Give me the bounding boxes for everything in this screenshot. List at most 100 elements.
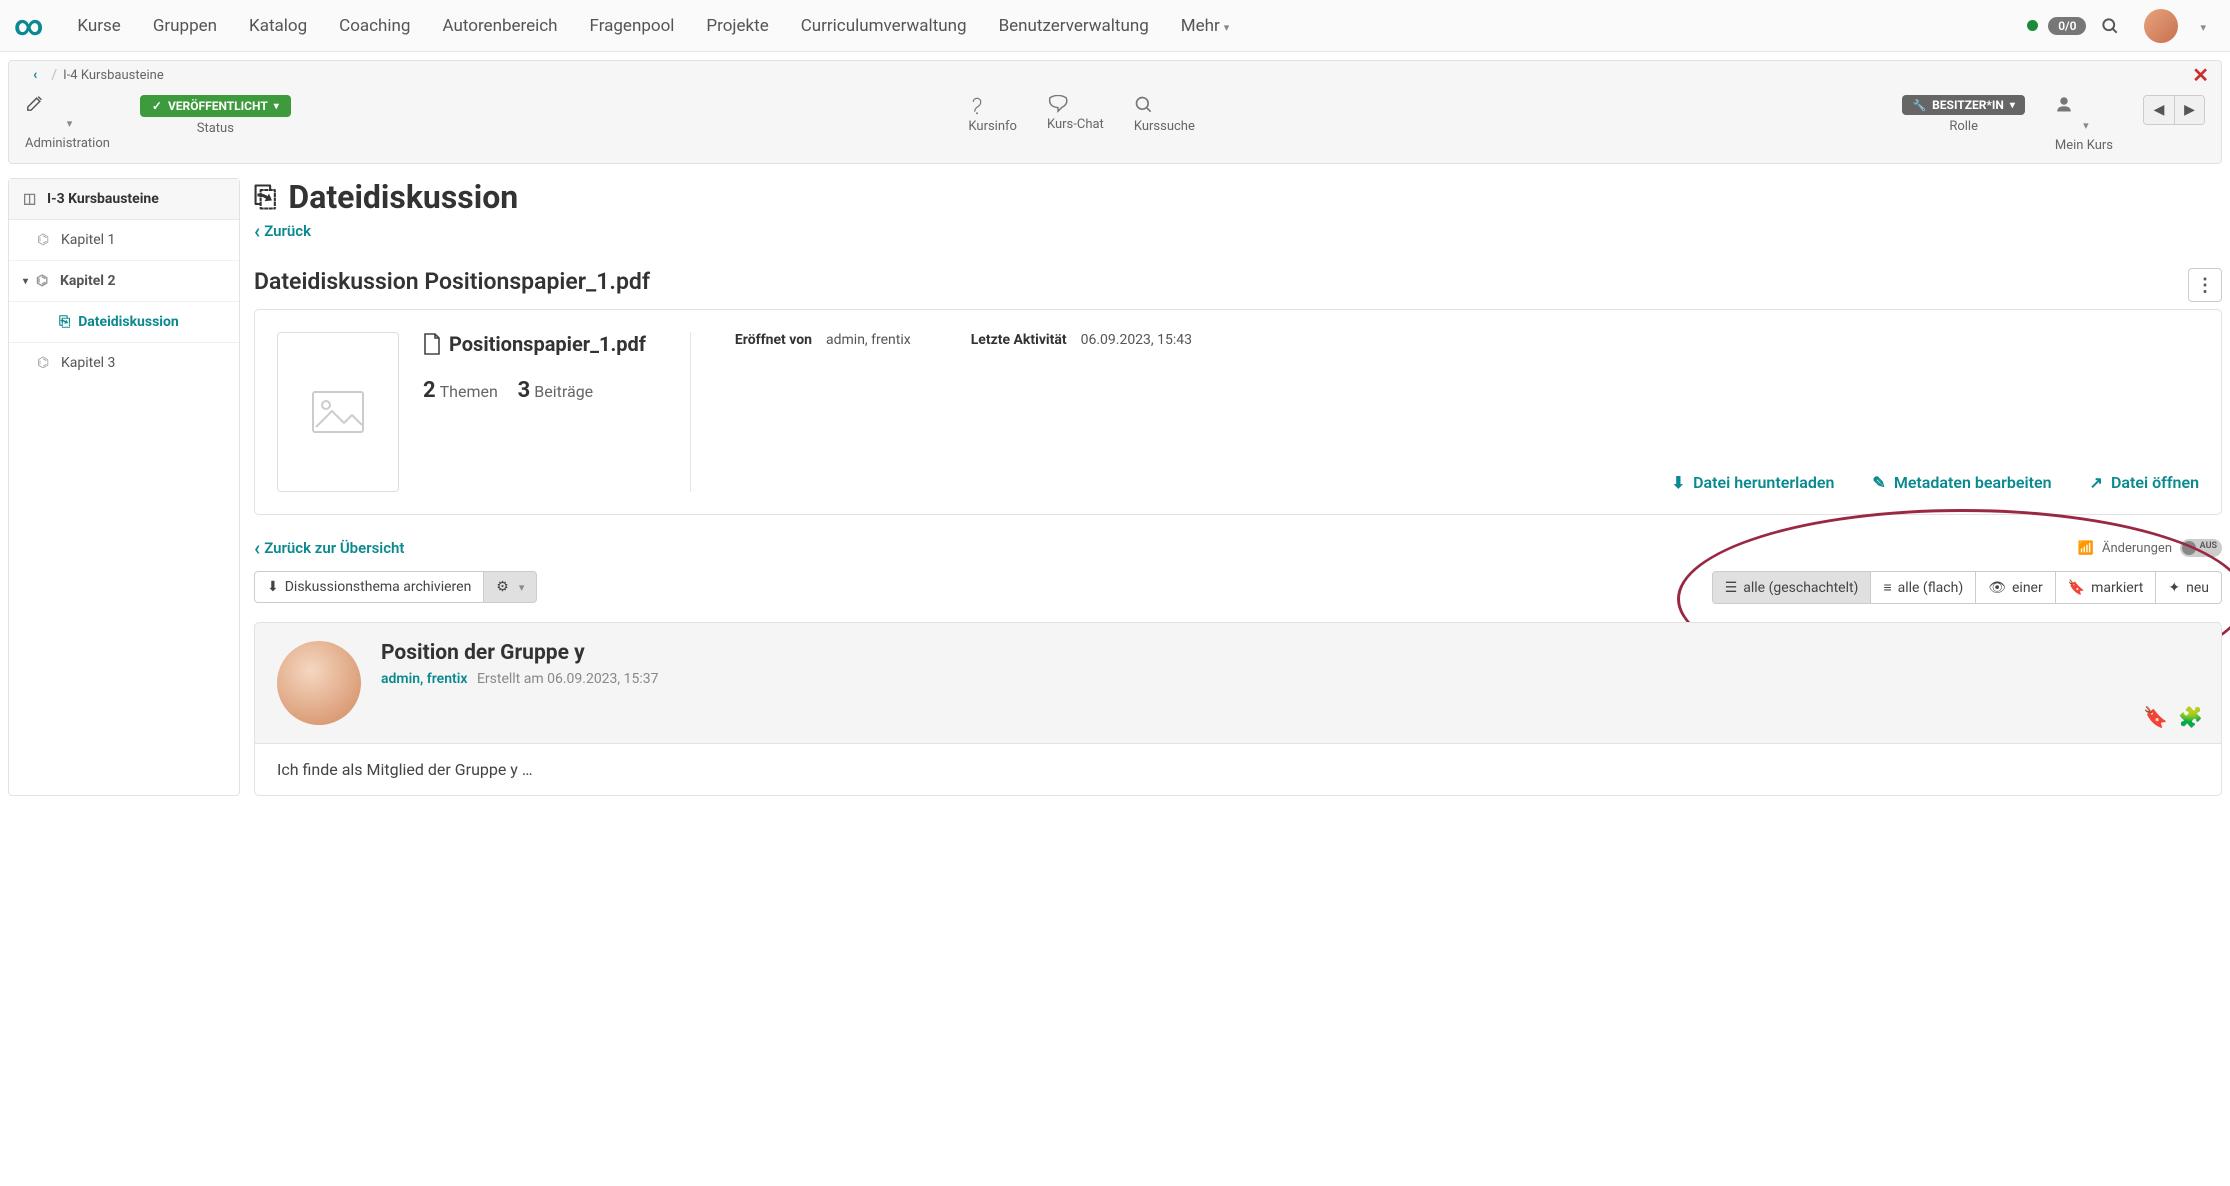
tree-kapitel-3[interactable]: ⌬ Kapitel 3 — [9, 343, 239, 383]
post-title: Position der Gruppe y — [381, 641, 659, 665]
tree-dateidiskussion-label: Dateidiskussion — [78, 314, 179, 330]
tool-kursinfo-label: Kursinfo — [968, 119, 1017, 134]
download-file-link[interactable]: ⬇Datei herunterladen — [1672, 473, 1835, 492]
tool-kurssuche[interactable]: Kurssuche — [1134, 95, 1195, 134]
post-author[interactable]: admin, frentix — [381, 671, 467, 687]
edit-metadata-link[interactable]: ✎Metadaten bearbeiten — [1872, 473, 2051, 492]
tree-kapitel-2-label: Kapitel 2 — [60, 273, 116, 289]
opened-by-value: admin, frentix — [826, 332, 911, 348]
nav-mehr[interactable]: Mehr — [1167, 16, 1244, 36]
nav-coaching[interactable]: Coaching — [325, 16, 424, 36]
view-nested-button[interactable]: ☰alle (geschachtelt) — [1712, 571, 1872, 604]
subheading-text: Dateidiskussion Positionspapier_1.pdf — [254, 268, 650, 295]
puzzle-icon[interactable]: 🧩 — [2178, 705, 2203, 729]
notification-badge[interactable]: 0/0 — [2048, 17, 2086, 35]
tool-meinkurs-label: Mein Kurs — [2055, 138, 2113, 153]
nav-projekte[interactable]: Projekte — [692, 16, 782, 36]
file-card: Positionspapier_1.pdf 2Themen 3Beiträge … — [254, 309, 2222, 515]
post-date: Erstellt am 06.09.2023, 15:37 — [477, 671, 659, 687]
breadcrumb-back-icon[interactable]: ‹ — [25, 67, 45, 83]
view-new-button[interactable]: ✦neu — [2156, 571, 2222, 604]
tool-kursinfo[interactable]: Kursinfo — [968, 95, 1017, 134]
open-file-link[interactable]: ↗Datei öffnen — [2090, 473, 2199, 492]
tool-admin[interactable]: Administration — [25, 95, 110, 151]
eye-icon: 👁 — [1988, 580, 2006, 596]
file-thumbnail — [277, 332, 399, 492]
status-pill[interactable]: VERÖFFENTLICHT — [140, 95, 291, 117]
role-pill[interactable]: BESITZER*IN — [1902, 95, 2024, 115]
pager-next-button[interactable]: ▶ — [2174, 96, 2204, 124]
nav-kurse[interactable]: Kurse — [63, 16, 134, 36]
tool-admin-label: Administration — [25, 136, 110, 151]
edit-icon: ✎ — [1872, 473, 1885, 492]
download-icon: ⬇ — [267, 579, 279, 595]
subheading: Dateidiskussion Positionspapier_1.pdf ⋮ — [254, 268, 2222, 295]
nav-curriculum[interactable]: Curriculumverwaltung — [787, 16, 981, 36]
pdf-icon — [423, 333, 441, 355]
tool-role-label: Rolle — [1902, 119, 2024, 134]
logo-icon[interactable]: ∞ — [14, 9, 41, 42]
more-actions-button[interactable]: ⋮ — [2188, 268, 2222, 302]
tool-kurschat-label: Kurs-Chat — [1047, 117, 1104, 132]
external-icon: ↗ — [2090, 473, 2103, 492]
forum-post-header: Position der Gruppe y admin, frentix Ers… — [254, 622, 2222, 744]
tool-kurssuche-label: Kurssuche — [1134, 119, 1195, 134]
nav-benutzer[interactable]: Benutzerverwaltung — [985, 16, 1163, 36]
post-body: Ich finde als Mitglied der Gruppe y … — [254, 744, 2222, 796]
tool-status-label: Status — [140, 121, 291, 136]
course-toolbar: Administration VERÖFFENTLICHT Status Kur… — [8, 89, 2222, 164]
beitraege-count: 3 — [518, 378, 531, 403]
search-icon[interactable] — [2090, 16, 2130, 36]
tool-role[interactable]: BESITZER*IN Rolle — [1902, 95, 2024, 134]
tree-kapitel-2[interactable]: ⌬ Kapitel 2 — [9, 261, 239, 302]
gear-dropdown-button[interactable]: ⚙ — [484, 571, 537, 603]
download-icon: ⬇ — [1672, 473, 1685, 492]
view-marked-button[interactable]: 🔖markiert — [2056, 571, 2157, 604]
themen-label: Themen — [440, 382, 498, 401]
tree-kapitel-1-label: Kapitel 1 — [61, 232, 115, 248]
nav-gruppen[interactable]: Gruppen — [139, 16, 231, 36]
tool-meinkurs[interactable]: Mein Kurs — [2055, 95, 2113, 153]
user-menu-caret[interactable] — [2186, 15, 2216, 36]
nav-katalog[interactable]: Katalog — [235, 16, 321, 36]
rss-icon: 📶 — [2078, 541, 2094, 556]
tree-header-label: I-3 Kursbausteine — [47, 191, 159, 207]
nav-autorenbereich[interactable]: Autorenbereich — [428, 16, 571, 36]
tool-status[interactable]: VERÖFFENTLICHT Status — [140, 95, 291, 136]
tree-header[interactable]: ◫ I-3 Kursbausteine — [9, 179, 239, 220]
back-link[interactable]: Zurück — [254, 222, 311, 240]
course-tree: ◫ I-3 Kursbausteine ⌬ Kapitel 1 ⌬ Kapite… — [8, 178, 240, 796]
themen-count: 2 — [423, 378, 436, 403]
online-status-icon — [2027, 20, 2038, 31]
tool-kurschat[interactable]: Kurs-Chat — [1047, 95, 1104, 132]
bookmark-icon[interactable]: 🔖 — [2143, 705, 2168, 729]
cube-icon: ◫ — [23, 191, 39, 207]
post-author-avatar — [277, 641, 361, 725]
bookmark-icon: 🔖 — [2068, 580, 2085, 596]
back-to-overview-link[interactable]: Zurück zur Übersicht — [254, 539, 404, 557]
beitraege-label: Beiträge — [534, 382, 593, 401]
changes-toggle[interactable]: AUS — [2180, 539, 2222, 557]
view-mode-group: ☰alle (geschachtelt) ≡alle (flach) 👁eine… — [1712, 571, 2222, 604]
view-single-button[interactable]: 👁einer — [1976, 571, 2056, 604]
user-avatar[interactable] — [2144, 9, 2178, 43]
close-icon[interactable]: ✕ — [2192, 63, 2209, 87]
changes-label: Änderungen — [2102, 541, 2172, 556]
gear-icon: ⚙ — [496, 579, 509, 595]
pager-prev-button[interactable]: ◀ — [2144, 96, 2174, 124]
tree-dateidiskussion[interactable]: ⎘ Dateidiskussion — [9, 302, 239, 343]
view-flat-button[interactable]: ≡alle (flach) — [1871, 571, 1976, 604]
list-icon: ≡ — [1883, 579, 1891, 596]
breadcrumb-text[interactable]: I-4 Kursbausteine — [63, 68, 164, 83]
last-activity-value: 06.09.2023, 15:43 — [1081, 332, 1192, 348]
page-title: ⎘ Dateidiskussion — [254, 178, 2222, 216]
last-activity-label: Letzte Aktivität — [971, 332, 1067, 348]
nav-fragenpool[interactable]: Fragenpool — [576, 16, 689, 36]
puzzle-icon: ✦ — [2168, 580, 2180, 596]
page-title-text: Dateidiskussion — [288, 178, 518, 216]
archive-topic-button[interactable]: ⬇Diskussionsthema archivieren — [254, 571, 484, 603]
file-name: Positionspapier_1.pdf — [449, 332, 646, 356]
structure-icon: ⌬ — [37, 232, 53, 248]
structure-icon: ⌬ — [36, 273, 52, 289]
tree-kapitel-1[interactable]: ⌬ Kapitel 1 — [9, 220, 239, 261]
